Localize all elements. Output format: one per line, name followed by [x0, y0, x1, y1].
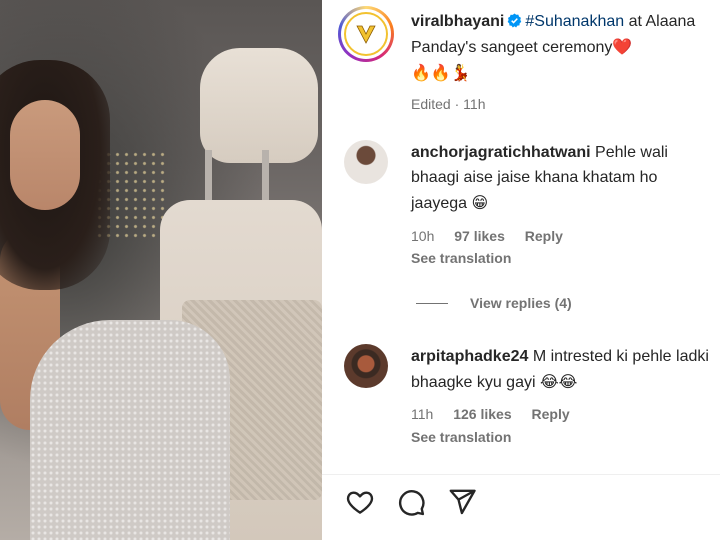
- caption-emoji-heart: ❤️: [612, 37, 633, 56]
- commenter-username[interactable]: arpitaphadke24: [411, 348, 528, 365]
- comment-actions: 11h 126 likes Reply: [411, 406, 586, 422]
- comment-emoji: 😂😂: [539, 372, 578, 391]
- view-replies-button[interactable]: View replies (4): [416, 295, 572, 311]
- post-meta: Edited · 11h: [411, 96, 485, 112]
- edited-label: Edited: [411, 96, 451, 112]
- post-time[interactable]: 11h: [463, 96, 485, 112]
- reply-button[interactable]: Reply: [532, 406, 570, 422]
- author-avatar[interactable]: [338, 6, 394, 62]
- post-details-panel: viralbhayani #Suhanakhan at Alaana Panday…: [322, 0, 720, 540]
- post-media-image[interactable]: [0, 0, 322, 540]
- commenter-username[interactable]: anchorjagratichhatwani: [411, 144, 591, 161]
- comment-likes[interactable]: 126 likes: [453, 406, 511, 422]
- reply-button[interactable]: Reply: [525, 228, 563, 244]
- car-headrest: [200, 48, 318, 163]
- comment-time[interactable]: 10h: [411, 228, 434, 244]
- meta-separator: ·: [450, 96, 464, 112]
- heart-icon[interactable]: [344, 486, 376, 518]
- person-face: [10, 100, 80, 210]
- viral-bhayani-logo-icon: [344, 12, 388, 56]
- see-translation-link[interactable]: See translation: [411, 250, 511, 266]
- verified-badge-icon: [507, 11, 522, 28]
- comment-actions: 10h 97 likes Reply: [411, 228, 579, 244]
- comment-likes[interactable]: 97 likes: [454, 228, 505, 244]
- caption-text: viralbhayani #Suhanakhan at Alaana Panday…: [411, 9, 720, 86]
- comment-body: anchorjagratichhatwani Pehle wali bhaagi…: [411, 140, 716, 216]
- post-action-bar: [344, 486, 478, 518]
- share-icon[interactable]: [446, 486, 478, 518]
- comment-body: arpitaphadke24 M intrested ki pehle ladk…: [411, 344, 716, 395]
- see-translation-link[interactable]: See translation: [411, 429, 511, 445]
- replies-divider-line: [416, 302, 448, 304]
- caption-hashtag[interactable]: #Suhanakhan: [525, 13, 624, 30]
- view-replies-label: View replies (4): [470, 295, 572, 311]
- action-bar-divider: [322, 474, 720, 475]
- author-username[interactable]: viralbhayani: [411, 13, 504, 30]
- sequin-dress: [30, 320, 230, 540]
- commenter-avatar[interactable]: [344, 344, 388, 388]
- caption-emojis-fire: 🔥🔥💃: [411, 63, 471, 82]
- comment-emoji: 😁: [471, 193, 489, 212]
- comment-icon[interactable]: [395, 486, 427, 518]
- commenter-avatar[interactable]: [344, 140, 388, 184]
- comment-time[interactable]: 11h: [411, 406, 433, 422]
